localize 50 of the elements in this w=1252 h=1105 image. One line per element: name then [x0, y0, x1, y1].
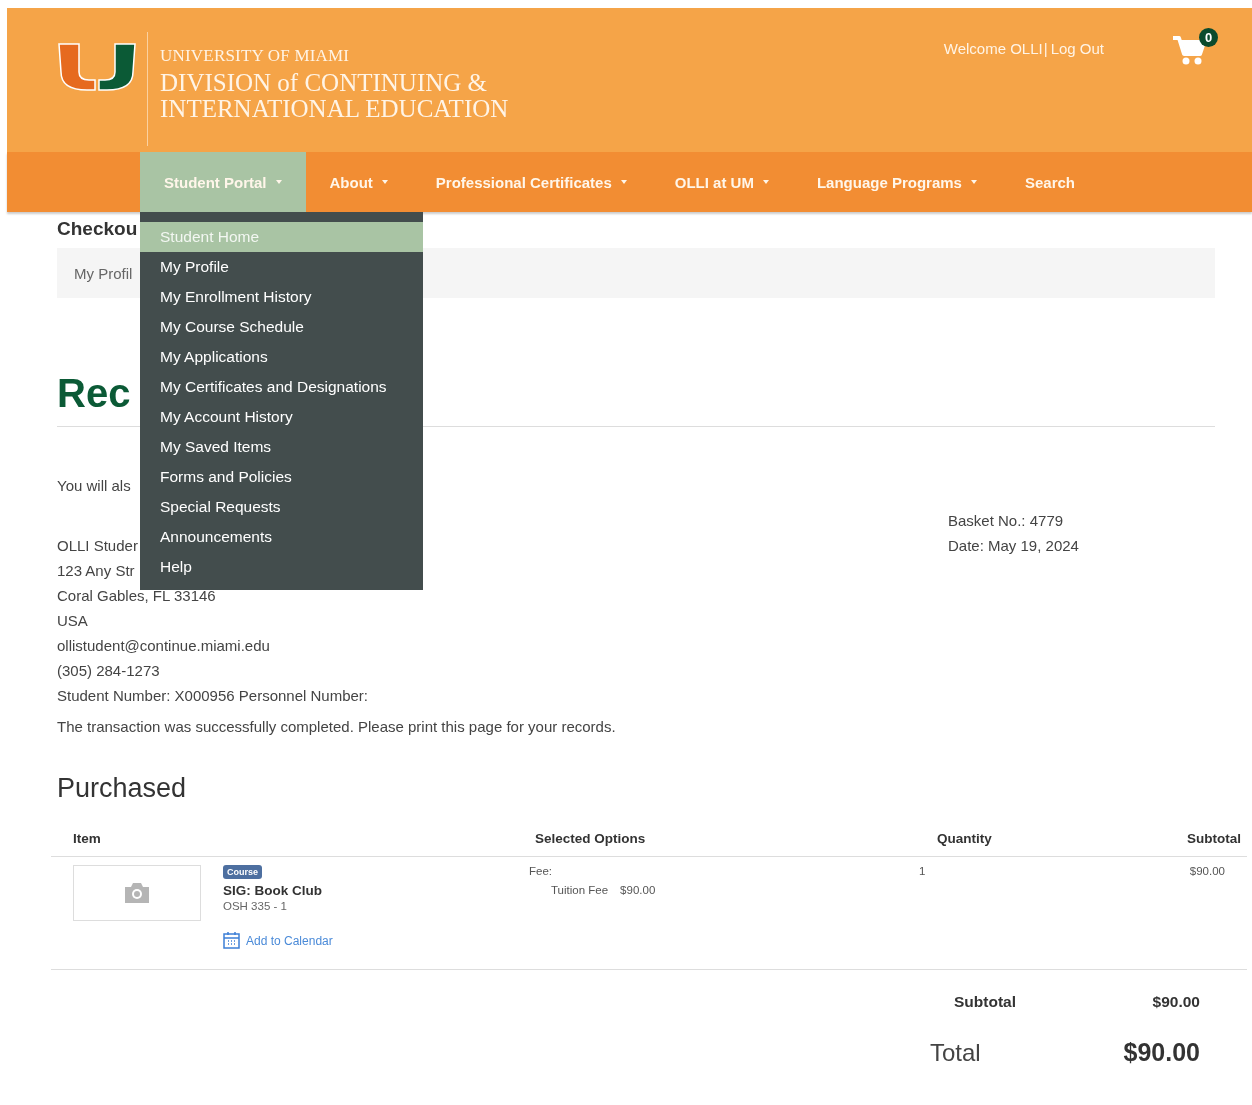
basket-number: Basket No.: 4779	[948, 511, 1065, 531]
subtotal-cell-text: $90.00	[1188, 865, 1226, 877]
column-header: Item	[72, 830, 102, 846]
address-line: USA	[57, 611, 88, 631]
calendar-icon	[223, 932, 240, 949]
section-heading: Purchased	[57, 773, 188, 804]
welcome-text: Welcome OLLI	[943, 40, 1043, 57]
total-label: Total	[930, 1038, 982, 1067]
total-label: Subtotal	[954, 993, 1017, 1011]
menu-item[interactable]: Special Requests	[140, 492, 423, 522]
menu-item[interactable]: My Saved Items	[140, 432, 423, 462]
menu-item[interactable]: Help	[140, 552, 423, 582]
menu-item[interactable]: Forms and Policies	[140, 462, 423, 492]
note-text: You will als	[57, 477, 131, 494]
course-badge: Course	[223, 865, 262, 879]
page-title: Checkou	[57, 218, 138, 240]
total-value: $90.00	[1151, 993, 1200, 1011]
fee-name: Tuition Fee	[551, 884, 609, 896]
add-to-calendar-link[interactable]: Add to Calendar	[246, 933, 333, 948]
address-line: Student Number: X000956 Personnel Number:	[57, 686, 368, 706]
column-header: Quantity	[936, 830, 993, 846]
menu-item[interactable]: My Enrollment History	[140, 282, 423, 312]
menu-item[interactable]: Announcements	[140, 522, 423, 552]
breadcrumb-link[interactable]: My Profil	[74, 264, 133, 282]
menu-item[interactable]: My Certificates and Designations	[140, 372, 423, 402]
total-value: $90.00	[1122, 1038, 1200, 1067]
order-date: Date: May 19, 2024	[948, 536, 1080, 556]
confirmation-message: The transaction was successfully completed. Please print this page for your records.	[57, 718, 617, 735]
option-label: Fee:	[529, 865, 553, 877]
menu-item[interactable]: My Course Schedule	[140, 312, 423, 342]
address-line: Coral Gables, FL 33146	[57, 586, 216, 606]
division-name: DIVISION of CONTINUING & INTERNATIONAL EDUCATION	[160, 70, 509, 122]
cart-count-badge: 0	[1199, 28, 1218, 47]
menu-item[interactable]: My Account History	[140, 402, 423, 432]
menu-item[interactable]: My Profile	[140, 252, 423, 282]
receipt-heading: Rec	[57, 370, 131, 416]
address-line: 123 Any Str	[57, 561, 135, 581]
quantity-cell-text: 1	[919, 865, 927, 877]
column-header: Selected Options	[534, 830, 647, 846]
course-code: OSH 335 - 1	[223, 900, 287, 912]
university-name: UNIVERSITY OF MIAMI	[160, 46, 351, 66]
camera-icon	[123, 882, 151, 904]
column-header: Subtotal	[1186, 830, 1242, 846]
address-line: (305) 284-1273	[57, 661, 160, 681]
fee-amount: $90.00	[620, 884, 656, 896]
course-title: SIG: Book Club	[223, 883, 322, 898]
address-line: OLLI Studer	[57, 536, 138, 556]
separator-text: |	[1043, 40, 1048, 57]
address-line: ollistudent@continue.miami.edu	[57, 636, 270, 656]
menu-item[interactable]: My Applications	[140, 342, 423, 372]
